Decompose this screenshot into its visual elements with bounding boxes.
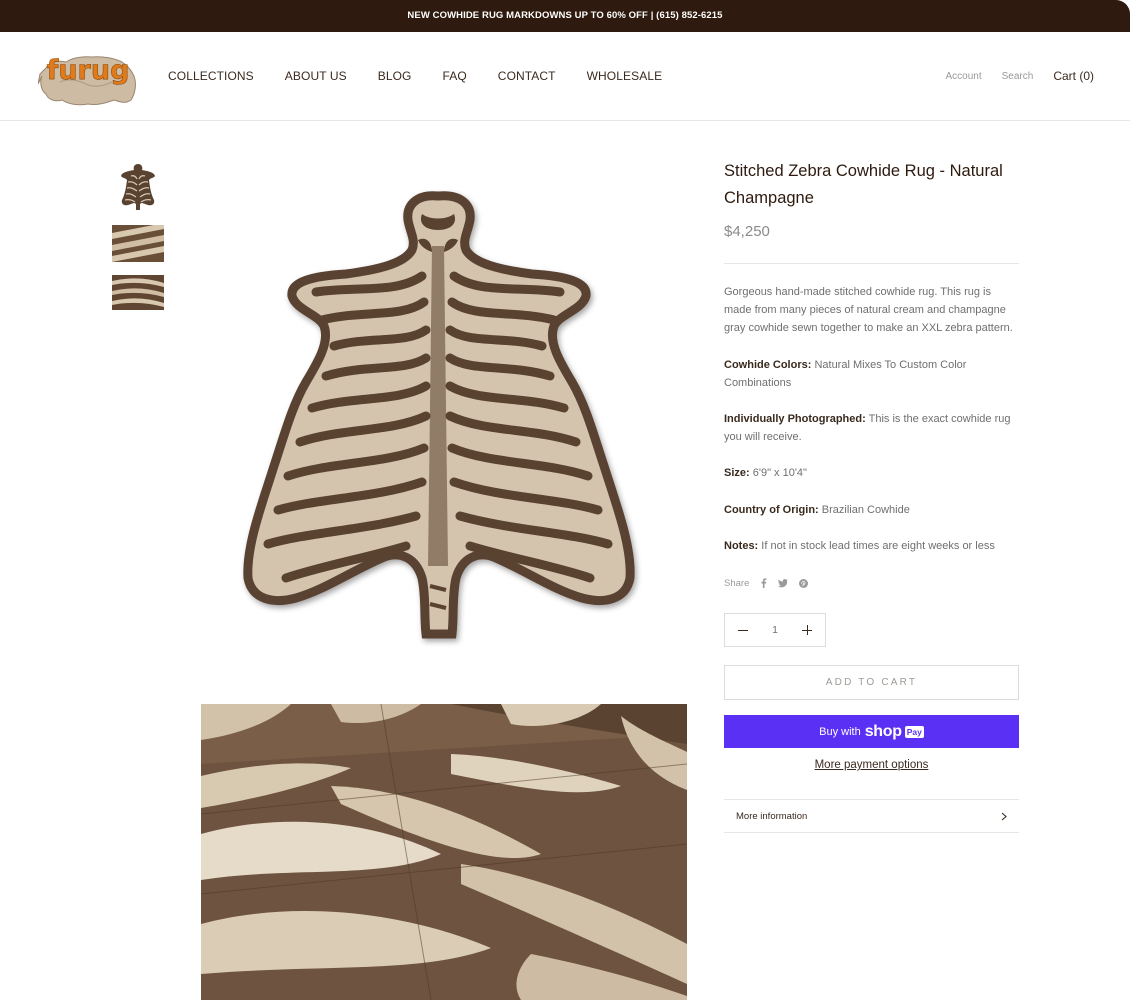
nav-contact[interactable]: CONTACT [498, 69, 556, 83]
buy-with-label: Buy with [819, 725, 861, 738]
share-label: Share [724, 577, 750, 589]
brand-logo[interactable]: furug [37, 44, 138, 106]
spec-size: Size: 6'9" x 10'4" [724, 467, 807, 480]
thumbnail-full-rug[interactable] [112, 160, 164, 212]
account-link[interactable]: Account [946, 71, 982, 82]
svg-text:furug: furug [47, 55, 130, 86]
description-text: Gorgeous hand-made stitched cowhide rug.… [724, 286, 1013, 335]
quantity-decrease-button[interactable] [737, 624, 749, 636]
product-description: Gorgeous hand-made stitched cowhide rug.… [724, 283, 1019, 555]
quantity-stepper: 1 [724, 613, 826, 648]
product-price: $4,250 [724, 223, 770, 240]
nav-wholesale[interactable]: WHOLESALE [587, 69, 663, 83]
nav-collections[interactable]: COLLECTIONS [168, 69, 254, 83]
quantity-value[interactable]: 1 [772, 624, 778, 636]
spec-notes: Notes: If not in stock lead times are ei… [724, 539, 995, 552]
facebook-icon[interactable] [760, 578, 767, 589]
shop-pay-button[interactable]: Buy with shop Pay [724, 715, 1019, 749]
pay-badge: Pay [904, 725, 924, 738]
search-link[interactable]: Search [1002, 71, 1034, 82]
product-thumbnails [112, 160, 164, 323]
quantity-increase-button[interactable] [801, 624, 813, 636]
spec-cowhide-colors: Cowhide Colors: Natural Mixes To Custom … [724, 358, 967, 389]
more-information-row[interactable]: More information [724, 799, 1019, 834]
nav-blog[interactable]: BLOG [378, 69, 412, 83]
more-payment-options-link[interactable]: More payment options [724, 759, 1019, 771]
nav-faq[interactable]: FAQ [442, 69, 466, 83]
share-row: Share [724, 577, 1019, 589]
detail-product-image[interactable] [201, 704, 687, 1000]
pinterest-icon[interactable] [799, 578, 809, 588]
product-title: Stitched Zebra Cowhide Rug - Natural Cha… [724, 162, 1003, 207]
nav-about-us[interactable]: ABOUT US [285, 69, 347, 83]
cart-link[interactable]: Cart (0) [1053, 69, 1094, 83]
shop-logo-text: shop [864, 722, 902, 740]
spec-photographed: Individually Photographed: This is the e… [724, 413, 1011, 444]
header-utilities: Account Search Cart (0) [926, 69, 1095, 83]
chevron-right-icon [1001, 812, 1007, 820]
site-header: furug COLLECTIONS ABOUT US BLOG FAQ CONT… [0, 32, 1130, 121]
logo-hide-icon: furug [37, 55, 136, 106]
divider [724, 263, 1019, 264]
spec-origin: Country of Origin: Brazilian Cowhide [724, 503, 910, 516]
main-product-image[interactable] [226, 186, 650, 648]
add-to-cart-button[interactable]: ADD TO CART [724, 665, 1019, 701]
main-nav: COLLECTIONS ABOUT US BLOG FAQ CONTACT WH… [168, 69, 693, 83]
thumbnail-closeup-1[interactable] [112, 225, 164, 262]
twitter-icon[interactable] [778, 578, 789, 588]
more-information-label: More information [736, 810, 808, 822]
announcement-bar: NEW COWHIDE RUG MARKDOWNS UP TO 60% OFF … [0, 0, 1130, 32]
product-info: Stitched Zebra Cowhide Rug - Natural Cha… [724, 158, 1019, 834]
thumbnail-closeup-2[interactable] [112, 275, 164, 310]
